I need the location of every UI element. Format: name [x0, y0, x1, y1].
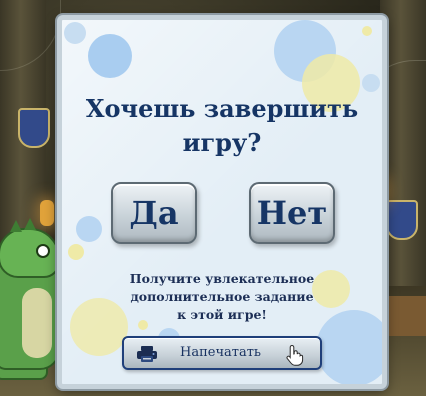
- dragon-head: [0, 218, 60, 278]
- dragon-spike: [24, 218, 36, 230]
- printer-icon: [137, 346, 157, 362]
- decorative-bubble: [68, 244, 84, 260]
- yes-button[interactable]: Да: [111, 182, 197, 244]
- decorative-bubble: [362, 74, 380, 92]
- decorative-bubble: [76, 216, 102, 242]
- hand-pointer-icon: [286, 344, 304, 366]
- cobweb-left: [0, 0, 61, 71]
- decorative-bubble: [64, 22, 86, 44]
- crest-shield-right: [386, 200, 418, 240]
- dragon-belly: [22, 288, 52, 358]
- print-button[interactable]: Напечатать: [122, 336, 322, 370]
- quit-game-dialog: Хочешь завершить игру? Да Нет Получите у…: [57, 15, 387, 389]
- promo-text: Получите увлекательное дополнительное за…: [129, 271, 315, 322]
- lantern-left: [40, 200, 54, 226]
- decorative-bubble: [362, 26, 372, 36]
- dragon-spike: [10, 220, 22, 232]
- dragon-character: [0, 218, 64, 380]
- no-button[interactable]: Нет: [249, 182, 335, 244]
- print-button-label: Напечатать: [180, 345, 262, 360]
- crest-shield-left: [18, 108, 50, 148]
- decorative-bubble: [274, 20, 336, 82]
- wooden-table: [382, 296, 426, 336]
- dragon-eye: [36, 244, 50, 258]
- dialog-title: Хочешь завершить игру?: [85, 94, 359, 157]
- decorative-bubble: [88, 34, 132, 78]
